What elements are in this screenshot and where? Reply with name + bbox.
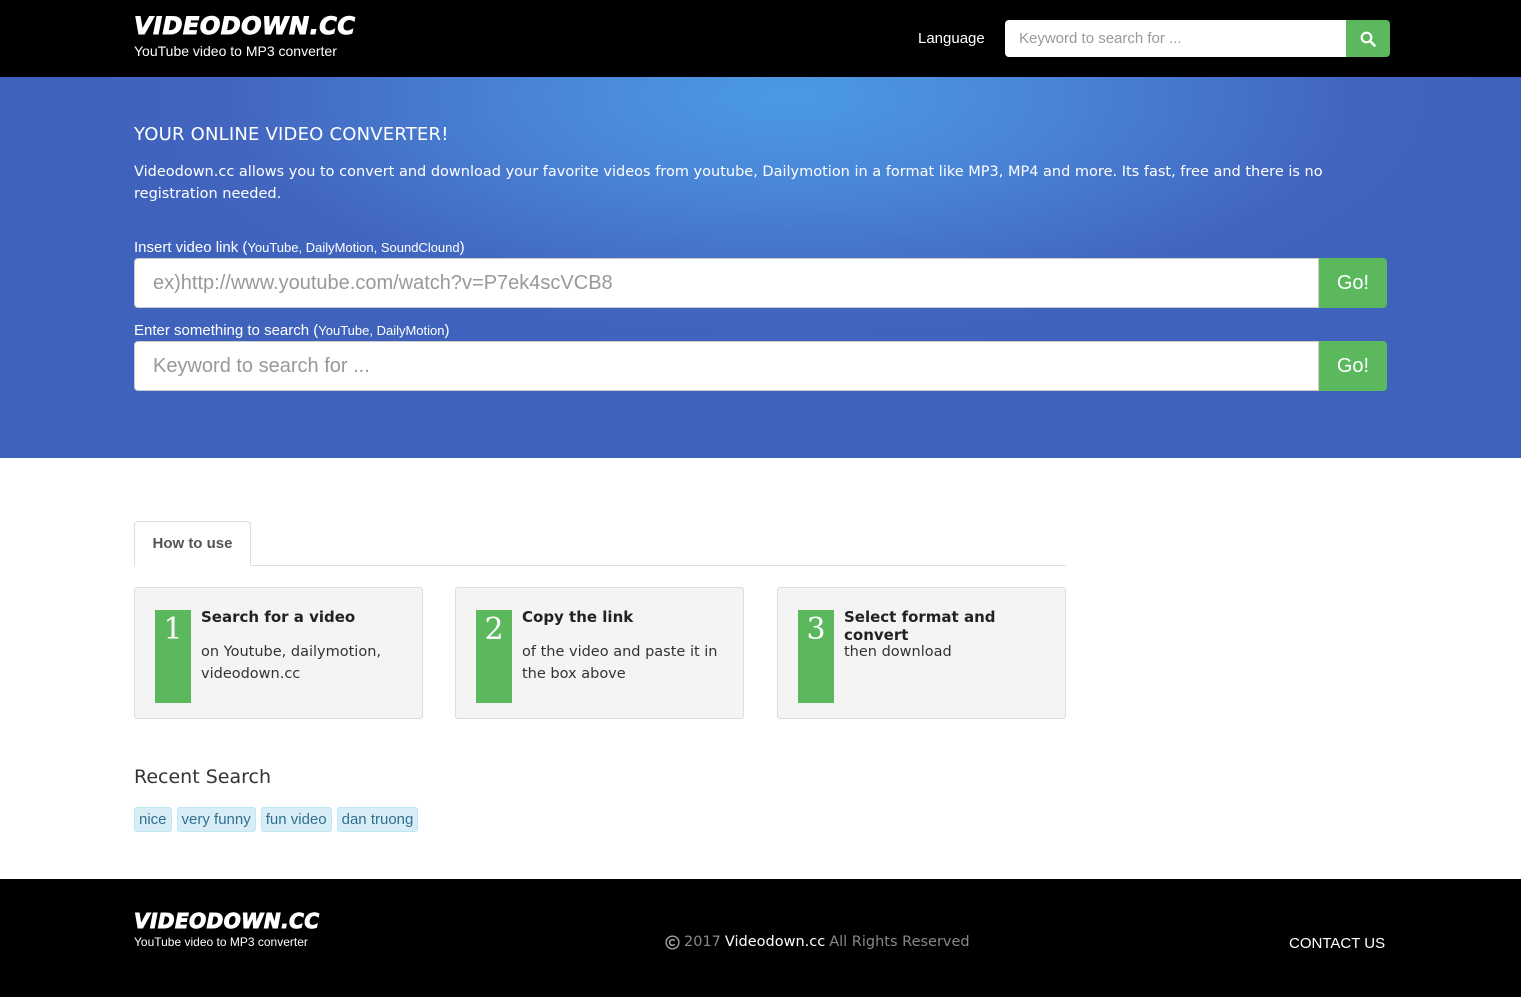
step-title: Search for a video (201, 608, 356, 626)
step-card-1: 1 Search for a video on Youtube, dailymo… (134, 587, 423, 719)
logo-wordmark: VIDEODOWN.CC (133, 12, 356, 41)
hero-description: Videodown.cc allows you to convert and d… (134, 164, 1323, 202)
recent-tag[interactable]: very funny (176, 807, 256, 832)
recent-tag[interactable]: nice (134, 807, 172, 832)
step-number: 1 (155, 610, 191, 703)
recent-tag[interactable]: fun video (260, 807, 332, 832)
rights-text: All Rights Reserved (829, 934, 970, 950)
footer-brand-link[interactable]: Videodown.cc (725, 934, 825, 950)
video-link-label: Insert video link (YouTube, DailyMotion,… (134, 239, 465, 256)
step-card-3: 3 Select format and convert then downloa… (777, 587, 1066, 719)
contact-us-link[interactable]: CONTACT US (1289, 935, 1385, 952)
site-header: VIDEODOWN.CC YouTube video to MP3 conver… (0, 0, 1521, 77)
copyright: 2017 Videodown.cc All Rights Reserved (665, 934, 970, 950)
step-number: 3 (798, 610, 834, 703)
step-title: Copy the link (522, 608, 634, 626)
recent-search-title: Recent Search (134, 766, 271, 788)
logo-wordmark: VIDEODOWN.CC (134, 909, 320, 934)
keyword-search-input[interactable] (134, 341, 1319, 391)
site-footer: VIDEODOWN.CC YouTube video to MP3 conver… (0, 879, 1521, 997)
step-title: Select format and convert (844, 608, 996, 644)
site-logo[interactable]: VIDEODOWN.CC YouTube video to MP3 conver… (133, 12, 356, 60)
search-label: Enter something to search (YouTube, Dail… (134, 322, 450, 339)
step-card-2: 2 Copy the link of the video and paste i… (455, 587, 744, 719)
step-text: on Youtube, dailymotion, videodown.cc (201, 644, 381, 682)
copyright-year: 2017 (684, 934, 721, 950)
hero-section: YOUR ONLINE VIDEO CONVERTER! Videodown.c… (0, 77, 1521, 458)
hero-title: YOUR ONLINE VIDEO CONVERTER! (134, 124, 449, 145)
language-menu[interactable]: Language (918, 30, 985, 47)
header-search-button[interactable] (1346, 20, 1390, 57)
step-text: of the video and paste it in the box abo… (522, 644, 718, 682)
logo-tagline: YouTube video to MP3 converter (134, 935, 308, 949)
step-text: then download (844, 644, 952, 660)
copyright-icon (665, 934, 680, 950)
tab-how-to-use[interactable]: How to use (134, 521, 251, 566)
header-search-input[interactable] (1005, 20, 1347, 57)
tab-divider (134, 565, 1066, 566)
footer-logo[interactable]: VIDEODOWN.CC YouTube video to MP3 conver… (134, 909, 320, 950)
recent-search-tags: nice very funny fun video dan truong (134, 807, 419, 832)
search-go-button[interactable]: Go! (1319, 341, 1387, 391)
convert-go-button[interactable]: Go! (1319, 258, 1387, 308)
recent-tag[interactable]: dan truong (336, 807, 419, 832)
logo-tagline: YouTube video to MP3 converter (134, 43, 337, 59)
step-number: 2 (476, 610, 512, 703)
video-link-input[interactable] (134, 258, 1319, 308)
search-icon (1360, 31, 1376, 47)
